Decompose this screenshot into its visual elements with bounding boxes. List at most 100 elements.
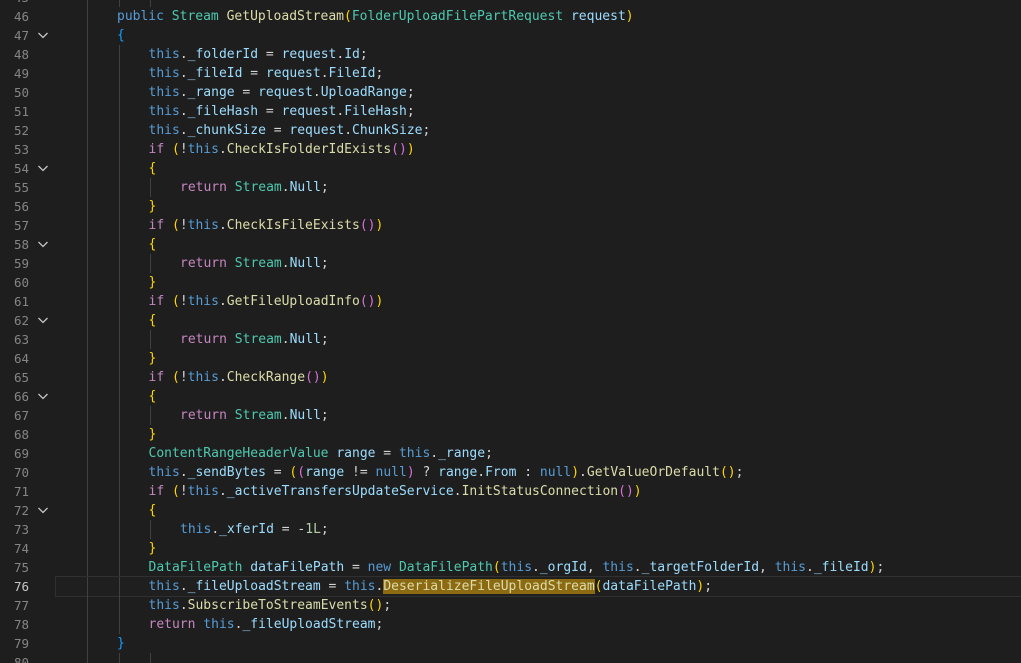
code-token: request [570, 9, 626, 24]
code-token: = [265, 465, 290, 480]
code-content: if (!this.CheckIsFolderIdExists()) [56, 140, 1021, 159]
code-line[interactable]: 63 return Stream.Null; [0, 330, 1021, 349]
code-token: ( [297, 465, 306, 480]
line-gutter: 59 [0, 254, 56, 273]
code-line[interactable]: 45 [0, 0, 1021, 7]
code-content: return Stream.Null; [56, 254, 1021, 273]
chevron-down-icon[interactable] [37, 316, 49, 325]
code-content: { [56, 501, 1021, 520]
code-line[interactable]: 78 return this._fileUploadStream; [0, 615, 1021, 634]
chevron-down-icon[interactable] [37, 240, 49, 249]
chevron-down-icon[interactable] [37, 392, 49, 401]
code-text: { [117, 26, 125, 45]
line-number: 65 [13, 370, 29, 385]
code-line[interactable]: 80 [0, 653, 1021, 663]
line-gutter: 62 [0, 311, 56, 330]
code-line[interactable]: 62 { [0, 311, 1021, 330]
code-text: } [149, 539, 157, 558]
code-token: CheckIsFolderIdExists [226, 142, 392, 157]
code-token: ; [422, 123, 431, 138]
chevron-down-icon[interactable] [37, 31, 49, 40]
code-line[interactable]: 70 this._sendBytes = ((range != null) ? r… [0, 463, 1021, 482]
code-line[interactable]: 55 return Stream.Null; [0, 178, 1021, 197]
code-token: this [187, 294, 219, 309]
code-line[interactable]: 72 { [0, 501, 1021, 520]
line-gutter: 71 [0, 482, 56, 501]
line-gutter: 45 [0, 0, 56, 7]
code-token: . [281, 180, 290, 195]
code-text: if (!this.GetFileUploadInfo()) [149, 292, 384, 311]
code-token: if [148, 370, 165, 385]
line-gutter: 54 [0, 159, 56, 178]
code-token: . [218, 370, 227, 385]
line-number: 74 [13, 541, 29, 556]
code-line[interactable]: 77 this.SubscribeToStreamEvents(); [0, 596, 1021, 615]
code-token: . [477, 465, 486, 480]
line-gutter: 46 [0, 7, 56, 26]
code-content: this._fileId = request.FileId; [56, 64, 1021, 83]
code-token: null [375, 465, 407, 480]
code-line[interactable]: 56} [0, 197, 1021, 216]
indent-guide [118, 159, 120, 178]
code-line[interactable]: 61 if (!this.GetFileUploadInfo()) [0, 292, 1021, 311]
code-line[interactable]: 50 this._range = request.UploadRange; [0, 83, 1021, 102]
chevron-down-icon[interactable] [37, 164, 49, 173]
code-token: _fileId [187, 66, 243, 81]
code-token: Stream [234, 332, 282, 347]
code-line[interactable]: 52 this._chunkSize = request.ChunkSize; [0, 121, 1021, 140]
line-gutter: 64 [0, 349, 56, 368]
code-token: . [218, 142, 227, 157]
code-line[interactable]: 75 DataFilePath dataFilePath = new DataFi… [0, 558, 1021, 577]
line-number: 63 [13, 332, 29, 347]
code-line[interactable]: 49 this._fileId = request.FileId; [0, 64, 1021, 83]
code-content: this._range = request.UploadRange; [56, 83, 1021, 102]
code-line[interactable]: 71 if (!this._activeTransfersUpdateServic… [0, 482, 1021, 501]
indent-guide [150, 0, 151, 7]
chevron-down-icon[interactable] [37, 506, 49, 515]
code-line[interactable]: 65 if (!this.CheckRange()) [0, 368, 1021, 387]
code-text: } [149, 349, 157, 368]
code-line[interactable]: 60} [0, 273, 1021, 292]
indent-guide [150, 520, 151, 539]
code-editor[interactable]: 4546public Stream GetUploadStream(Folder… [0, 0, 1021, 663]
code-line[interactable]: 54 { [0, 159, 1021, 178]
line-number: 76 [13, 579, 29, 594]
code-token: this [398, 446, 431, 461]
line-gutter: 49 [0, 64, 56, 83]
code-line[interactable]: 53 if (!this.CheckIsFolderIdExists()) [0, 140, 1021, 159]
code-content: } [56, 634, 1021, 653]
code-token: if [148, 142, 165, 157]
code-line[interactable]: 58 { [0, 235, 1021, 254]
code-token: Null [289, 332, 321, 347]
code-text: this._folderId = request.Id; [149, 45, 368, 64]
code-line[interactable]: 73 this._xferId = -1L; [0, 520, 1021, 539]
code-token: . [218, 218, 227, 233]
code-token: DataFilePath [398, 560, 493, 575]
code-line[interactable]: 47 { [0, 26, 1021, 45]
indent-guide [87, 7, 88, 26]
code-text: this._fileHash = request.FileHash; [149, 102, 415, 121]
code-line[interactable]: 51 this._fileHash = request.FileHash; [0, 102, 1021, 121]
code-line[interactable]: 48 this._folderId = request.Id; [0, 45, 1021, 64]
code-line[interactable]: 66 { [0, 387, 1021, 406]
code-line[interactable]: 57 if (!this.CheckIsFileExists()) [0, 216, 1021, 235]
code-line[interactable]: 46 public Stream GetUploadStream(FolderUp… [0, 7, 1021, 26]
code-line[interactable]: 74} [0, 539, 1021, 558]
code-line[interactable]: 59 return Stream.Null; [0, 254, 1021, 273]
code-text: { [149, 159, 157, 178]
code-content: } [56, 539, 1021, 558]
code-line[interactable]: 67 return Stream.Null; [0, 406, 1021, 425]
code-line[interactable]: 64} [0, 349, 1021, 368]
code-token: ( [171, 370, 180, 385]
code-token: ; [320, 332, 329, 347]
code-line[interactable]: 69 ContentRangeHeaderValue range = this._… [0, 444, 1021, 463]
code-line[interactable]: 68} [0, 425, 1021, 444]
code-line[interactable]: 76 this._fileUploadStream = this.Deserial… [0, 576, 1021, 597]
indent-guide [118, 596, 120, 615]
code-line[interactable]: 79} [0, 634, 1021, 653]
code-text: if (!this.CheckRange()) [149, 368, 329, 387]
